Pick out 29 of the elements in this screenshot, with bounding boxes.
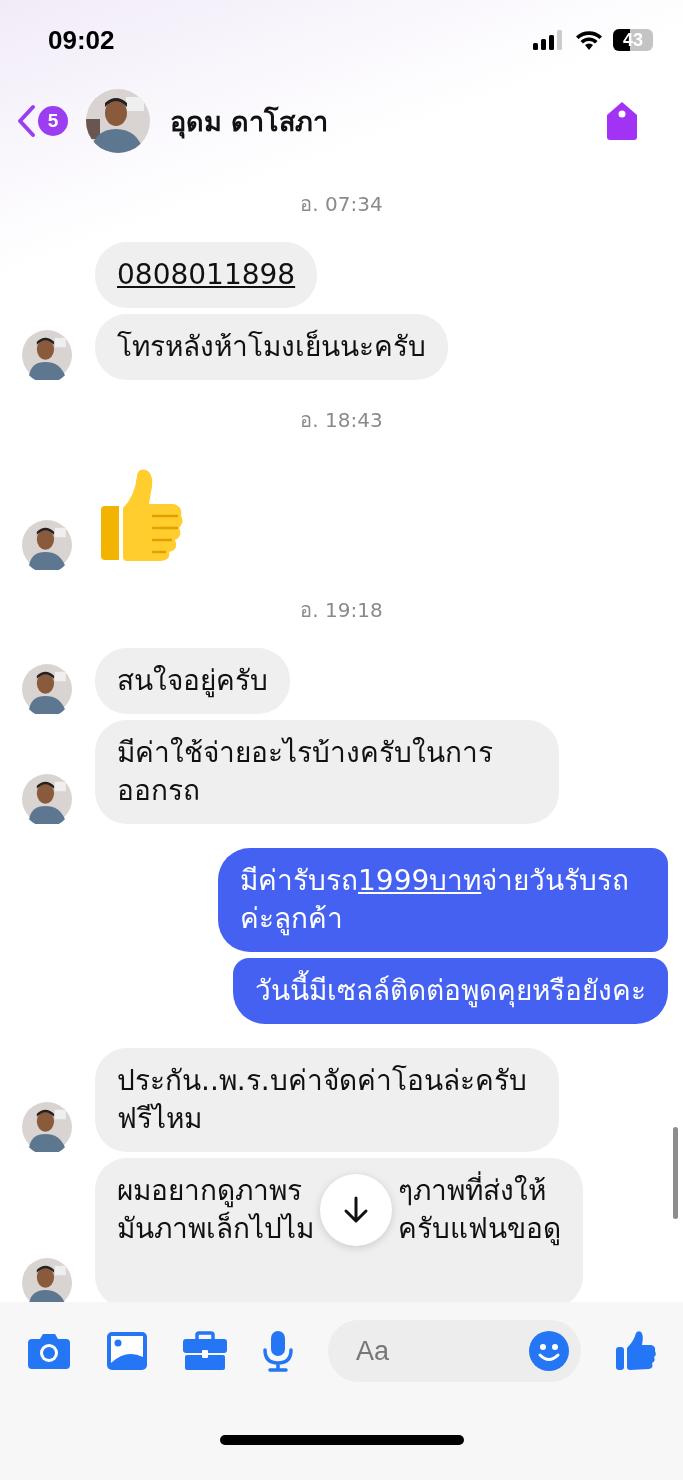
message-bubble: ประกัน..พ.ร.บค่าจัดค่าโอนล่ะครับฟรีไหม: [95, 1048, 559, 1152]
message-bubble: มีค่ารับรถ1999บาทจ่ายวันรับรถค่ะลูกค้า: [218, 848, 668, 952]
image-icon[interactable]: [106, 1331, 148, 1371]
message-bubble: มีค่าใช้จ่ายอะไรบ้างครับในการออกรถ: [95, 720, 559, 824]
wifi-icon: [575, 30, 603, 50]
message-timestamp: อ. 19:18: [299, 597, 384, 624]
status-time: 09:02: [48, 24, 115, 56]
thumbs-up-icon[interactable]: [615, 1330, 657, 1372]
camera-icon[interactable]: [26, 1331, 72, 1371]
scroll-down-button[interactable]: [320, 1174, 392, 1246]
message-bubble: วันนี้มีเซลล์ติดต่อพูดคุยหรือยังคะ: [233, 958, 668, 1024]
link[interactable]: 0808011898: [117, 258, 296, 291]
message-text: ผมอยากดูภาพร: [117, 1173, 303, 1210]
signal-icon: [533, 30, 565, 50]
message-text: ครับแฟนขอดู: [398, 1211, 561, 1248]
message-timestamp: อ. 18:43: [299, 407, 384, 434]
message-text: ๆภาพที่ส่งให้: [398, 1172, 561, 1210]
message-timestamp: อ. 07:34: [299, 191, 384, 218]
tag-icon[interactable]: [605, 101, 639, 141]
briefcase-icon[interactable]: [182, 1331, 228, 1371]
contact-name[interactable]: อุดม ดาโสภา: [170, 99, 605, 143]
message-bubble: สนใจอยู่ครับ: [95, 648, 290, 714]
chevron-left-icon: [16, 104, 36, 138]
message-bubble: โทรหลังห้าโมงเย็นนะครับ: [95, 314, 448, 380]
microphone-icon[interactable]: [262, 1330, 294, 1372]
emoji-icon[interactable]: [529, 1331, 569, 1371]
link[interactable]: 1999บาท: [358, 864, 482, 897]
message-text: มันภาพเล็กไปไม: [117, 1210, 314, 1247]
message-input[interactable]: Aa: [328, 1320, 581, 1382]
